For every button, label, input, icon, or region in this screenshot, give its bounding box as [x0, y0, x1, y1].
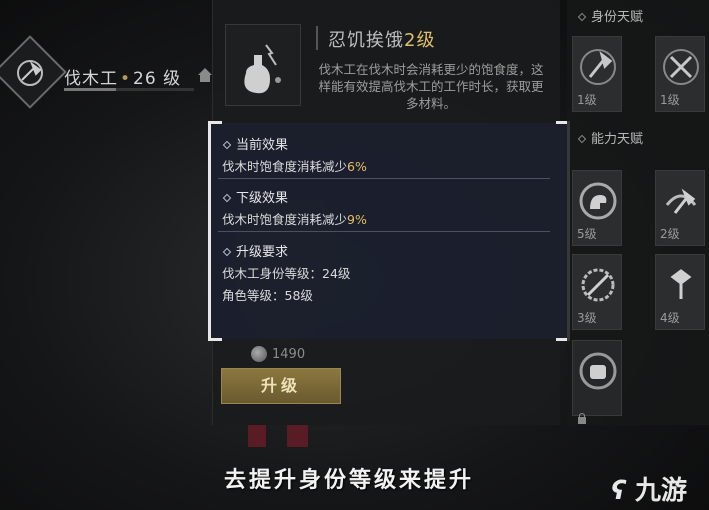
talent-level: 5级 — [577, 227, 597, 241]
diamond-icon — [222, 193, 232, 203]
talent-level: 3级 — [577, 311, 597, 325]
arm-strength-icon — [579, 182, 617, 220]
requirements-header: 升级要求 — [222, 241, 552, 260]
diamond-icon — [222, 140, 232, 150]
next-effect-line: 伐木时饱食度消耗减少9% — [222, 209, 552, 228]
title-bar — [316, 26, 318, 50]
requirements-title: 升级要求 — [236, 245, 289, 260]
current-effect-header: 当前效果 — [222, 134, 552, 153]
coin-icon — [251, 346, 267, 362]
identity-level: 26 级 — [133, 69, 182, 89]
effect-tooltip: 当前效果 伐木时饱食度消耗减少6% 下级效果 伐木时饱食度消耗减少9% 升级要求… — [208, 121, 570, 341]
corner-bl — [208, 327, 222, 341]
talent-tile-fist[interactable] — [572, 340, 622, 416]
requirement-character-level: 角色等级：58级 — [222, 288, 313, 303]
divider — [218, 231, 550, 232]
talent-level: 4级 — [660, 311, 680, 325]
identity-exp-bar — [64, 88, 194, 91]
hunger-icon — [244, 44, 281, 94]
skill-title: 忍饥挨饿2级 — [328, 26, 435, 52]
talent-sidebar: 身份天赋 1级 1级 能力天赋 5级 2级 3级 4级 — [567, 0, 709, 425]
talent-tile-axe-swing[interactable]: 2级 — [655, 170, 705, 246]
watermark-logo: ʕ 九游 — [611, 470, 687, 507]
identity-separator: • — [120, 69, 132, 89]
current-effect-line: 伐木时饱食度消耗减少6% — [222, 156, 552, 175]
skill-level: 2级 — [404, 30, 436, 51]
tooltip-bracket-left — [208, 123, 211, 339]
talent-tile-arm-strength[interactable]: 5级 — [572, 170, 622, 246]
axe-icon — [580, 49, 616, 85]
talent-tile-axe[interactable]: 1级 — [572, 36, 622, 112]
upgrade-cost: 1490 — [272, 347, 306, 362]
skill-icon-box — [225, 24, 301, 106]
upgrade-button[interactable]: 升级 — [221, 368, 341, 404]
diamond-icon — [222, 247, 232, 257]
next-effect-text: 伐木时饱食度消耗减少 — [222, 212, 348, 227]
next-effect-value: 9% — [347, 212, 367, 227]
identity-talents-header: 身份天赋 — [577, 6, 643, 25]
divider — [218, 178, 550, 179]
talent-tile-axe-upgrade[interactable]: 4级 — [655, 254, 705, 330]
character-boots — [248, 425, 308, 447]
current-effect-title: 当前效果 — [236, 138, 289, 153]
requirements-section: 升级要求 伐木工身份等级：24级 角色等级：58级 — [222, 241, 552, 304]
identity-talents-title: 身份天赋 — [591, 10, 644, 25]
talent-level: 2级 — [660, 227, 680, 241]
lock-icon — [578, 413, 586, 424]
skill-name: 忍饥挨饿 — [328, 30, 404, 51]
next-effect-title: 下级效果 — [236, 191, 289, 206]
current-effect-text: 伐木时饱食度消耗减少 — [222, 159, 348, 174]
axe-upgrade-icon — [670, 269, 692, 299]
current-effect-section: 当前效果 伐木时饱食度消耗减少6% — [222, 134, 552, 175]
diamond-icon — [577, 12, 587, 22]
ability-talents-header: 能力天赋 — [577, 128, 643, 147]
identity-title: 伐木工 — [64, 69, 118, 89]
identity-name: 伐木工 • 26 级 — [64, 64, 181, 89]
logo-mark: ʕ — [611, 476, 626, 506]
axe-swing-icon — [665, 188, 697, 214]
diamond-icon — [577, 134, 587, 144]
next-effect-header: 下级效果 — [222, 187, 552, 206]
talent-level: 1级 — [660, 93, 680, 107]
ability-talents-title: 能力天赋 — [591, 132, 644, 147]
axe-icon — [17, 60, 43, 86]
talent-tile-sawblade[interactable]: 3级 — [572, 254, 622, 330]
skill-description: 伐木工在伐木时会消耗更少的饱食度，这样能有效提高伐木工的工作时长，获取更多材料。 — [318, 62, 544, 111]
talent-tile-axe-crossed[interactable]: 1级 — [655, 36, 705, 112]
next-effect-section: 下级效果 伐木时饱食度消耗减少9% — [222, 187, 552, 228]
logo-text: 九游 — [634, 476, 687, 506]
current-effect-value: 6% — [347, 159, 367, 174]
corner-tl — [208, 121, 222, 135]
axe-crossed-icon — [663, 49, 699, 85]
requirement-identity-level: 伐木工身份等级：24级 — [222, 266, 351, 281]
sawblade-icon — [581, 268, 615, 302]
talent-level: 1级 — [577, 93, 597, 107]
video-subtitle: 去提升身份等级来提升 — [224, 468, 475, 493]
fist-icon — [579, 352, 617, 390]
